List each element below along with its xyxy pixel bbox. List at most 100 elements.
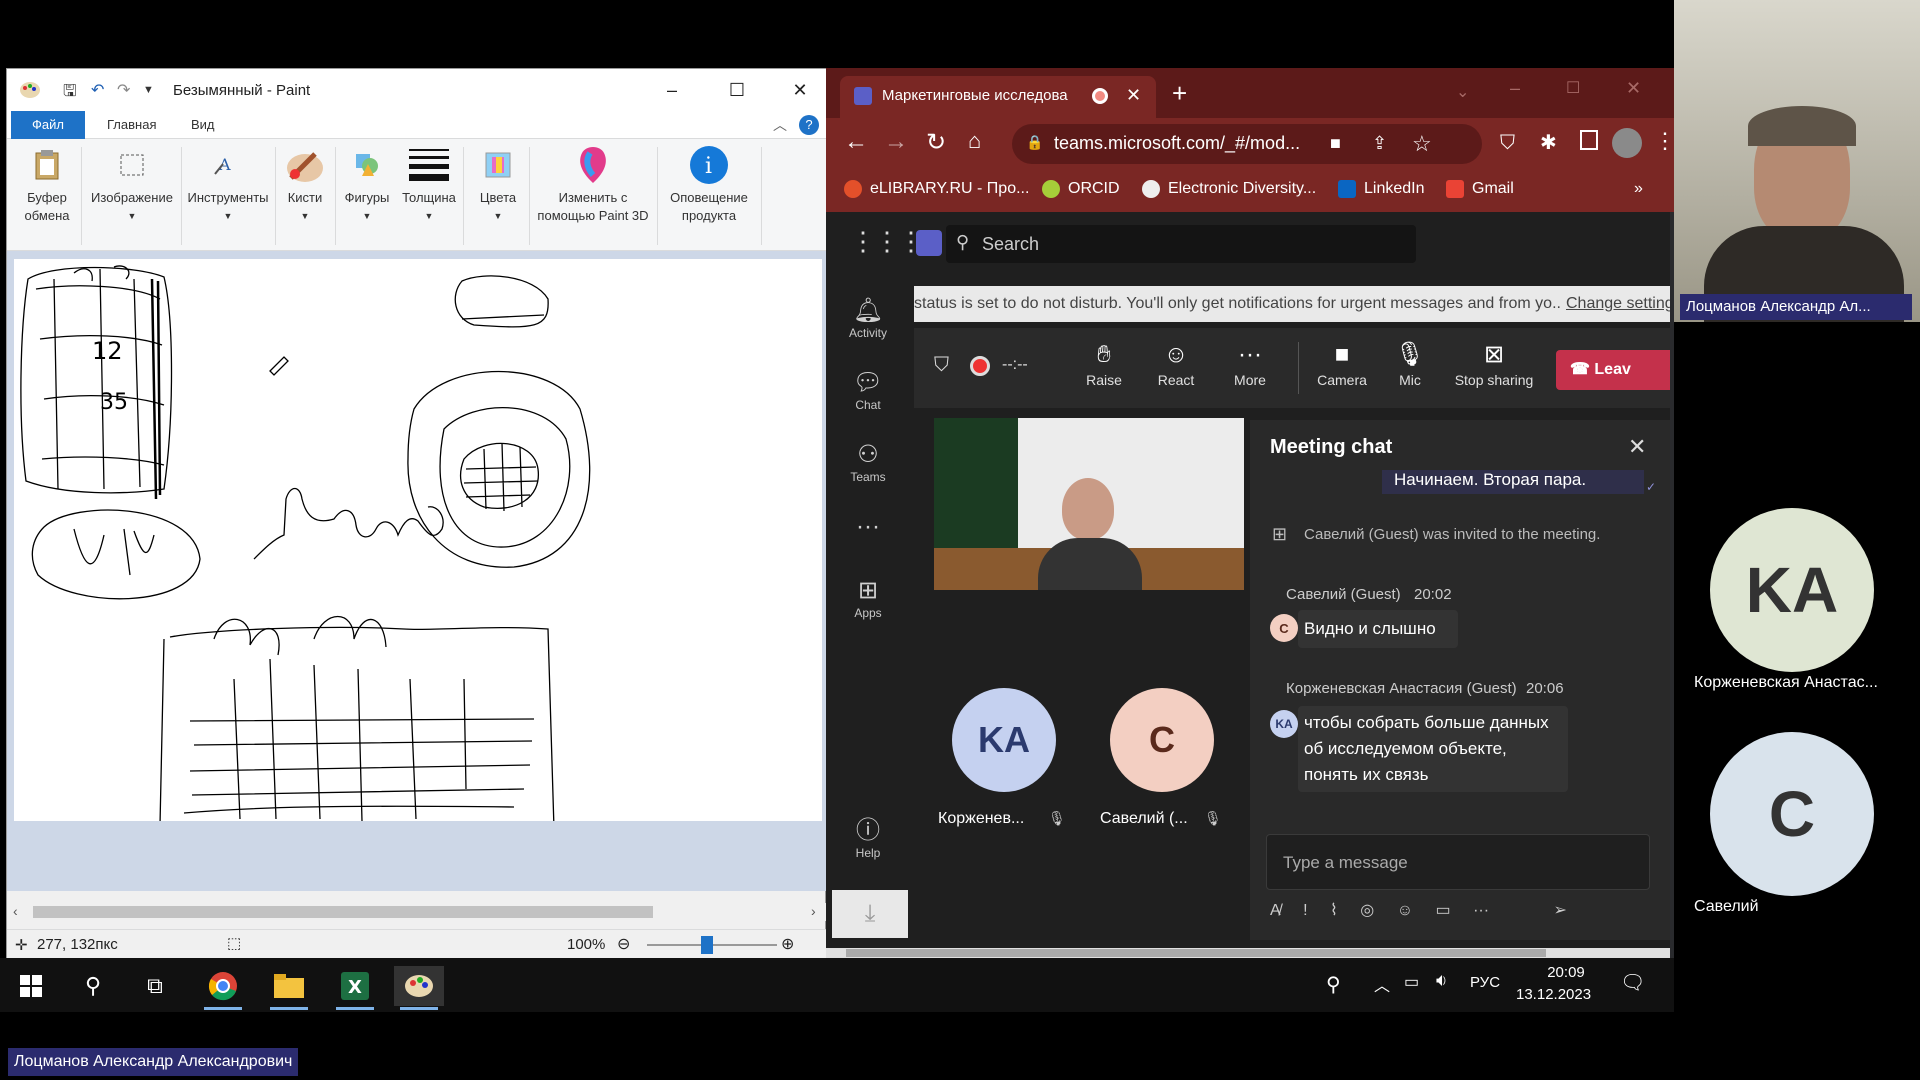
extensions-icon[interactable]: ✱: [1540, 130, 1557, 155]
bookmark-star-icon[interactable]: ☆: [1412, 131, 1432, 157]
side-panel-icon[interactable]: [1580, 130, 1598, 150]
chrome-icon[interactable]: [198, 966, 248, 1010]
zoom-out-icon[interactable]: ⊖: [617, 934, 630, 954]
minimize-button[interactable]: –: [657, 77, 687, 103]
message-input[interactable]: Type a message: [1266, 834, 1650, 890]
bookmark-electronic-diversity[interactable]: Electronic Diversity...: [1142, 180, 1316, 198]
loop-icon[interactable]: ◎: [1360, 902, 1374, 919]
more-options-icon[interactable]: ···: [1473, 902, 1489, 919]
new-tab-icon[interactable]: +: [1172, 78, 1187, 109]
colors-group[interactable]: Цвета ▼: [469, 145, 527, 225]
browser-close-button[interactable]: ✕: [1626, 78, 1641, 99]
collapse-ribbon-icon[interactable]: ︿: [773, 115, 787, 135]
message-avatar[interactable]: KA: [1270, 710, 1298, 738]
participant-avatar-c[interactable]: С: [1110, 688, 1214, 792]
network-icon[interactable]: ▭: [1404, 972, 1419, 992]
volume-icon[interactable]: 🔉︎: [1436, 970, 1447, 991]
leave-button[interactable]: ☎ Leav: [1556, 350, 1670, 390]
people-icon[interactable]: ⚲: [1326, 972, 1341, 997]
gallery-avatar-c[interactable]: C: [1710, 732, 1874, 896]
clock-time[interactable]: 20:09: [1536, 964, 1596, 981]
message-avatar[interactable]: С: [1270, 614, 1298, 642]
reload-icon[interactable]: ↻: [926, 128, 946, 157]
camera-indicator-icon[interactable]: ■: [1330, 133, 1341, 154]
bookmark-linkedin[interactable]: LinkedIn: [1338, 180, 1425, 198]
tab-file[interactable]: Файл: [11, 111, 85, 139]
paint-taskbar-icon[interactable]: [394, 966, 444, 1010]
scrollbar-thumb[interactable]: [33, 906, 653, 918]
change-settings-link[interactable]: Change setting: [1562, 286, 1670, 322]
zoom-slider-thumb[interactable]: [701, 936, 713, 954]
participant-avatar-ka[interactable]: KA: [952, 688, 1056, 792]
notifications-icon[interactable]: 🗨︎: [1620, 970, 1645, 995]
help-icon[interactable]: ?: [799, 115, 819, 135]
send-icon[interactable]: ➢: [1554, 902, 1567, 919]
rail-activity[interactable]: 🔔︎ Activity: [826, 296, 910, 340]
brushes-group[interactable]: Кисти ▼: [277, 145, 333, 225]
browser-scroll-thumb[interactable]: [846, 949, 1546, 957]
language-indicator[interactable]: РУС: [1470, 974, 1500, 991]
excel-icon[interactable]: X: [330, 966, 380, 1010]
rail-teams[interactable]: ⚇ Teams: [826, 440, 910, 484]
tools-group[interactable]: A Инструменты ▼: [183, 145, 273, 225]
tab-view[interactable]: Вид: [181, 111, 225, 139]
drawing-canvas[interactable]: 12 35: [14, 259, 822, 830]
share-icon[interactable]: ⇪: [1372, 133, 1387, 154]
horizontal-scrollbar[interactable]: ‹ ›: [7, 903, 827, 921]
quick-access-dropdown-icon[interactable]: ▼: [143, 84, 154, 96]
gif-icon[interactable]: ▭: [1436, 902, 1451, 919]
close-tab-icon[interactable]: ✕: [1126, 85, 1141, 106]
zoom-in-icon[interactable]: ⊕: [781, 934, 794, 954]
rail-chat[interactable]: 💬︎ Chat: [826, 368, 910, 412]
rail-help[interactable]: ⓘ Help: [826, 816, 910, 860]
profile-avatar[interactable]: [1612, 128, 1642, 158]
stop-sharing-button[interactable]: ⊠ Stop sharing: [1444, 338, 1544, 388]
search-input[interactable]: ⚲ Search: [946, 225, 1416, 263]
image-group[interactable]: Изображение ▼: [85, 145, 179, 225]
browser-hscrollbar[interactable]: [826, 948, 1670, 958]
undo-icon[interactable]: ↶: [91, 80, 104, 100]
windows-start-icon[interactable]: [6, 966, 56, 1006]
format-icon[interactable]: A̸: [1270, 902, 1281, 919]
tab-home[interactable]: Главная: [97, 111, 166, 139]
browser-menu-icon[interactable]: ⋮: [1654, 128, 1676, 154]
more-actions-button[interactable]: ··· More: [1220, 338, 1280, 388]
clipboard-group[interactable]: Буфер обмена: [15, 145, 79, 225]
shield-extension-icon[interactable]: ⛉: [1500, 132, 1515, 155]
show-hidden-icons[interactable]: ︿: [1374, 972, 1390, 996]
attach-icon[interactable]: ⌇: [1330, 902, 1338, 919]
camera-button[interactable]: ■ Camera: [1312, 338, 1372, 388]
rail-more[interactable]: ···: [826, 512, 910, 542]
scroll-left-icon[interactable]: ‹: [13, 903, 18, 919]
redo-icon[interactable]: ↷: [117, 80, 130, 100]
mic-button[interactable]: 🎙︎ Mic: [1380, 338, 1440, 388]
browser-tab[interactable]: Маркетинговые исследова ✕: [840, 76, 1156, 118]
search-icon[interactable]: ⚲: [68, 966, 118, 1006]
gallery-avatar-ka[interactable]: KA: [1710, 508, 1874, 672]
scroll-right-icon[interactable]: ›: [811, 903, 816, 919]
paint3d-group[interactable]: Изменить с помощью Paint 3D: [531, 145, 655, 225]
save-icon[interactable]: 🖫: [63, 80, 77, 107]
clock-date[interactable]: 13.12.2023: [1516, 986, 1591, 1003]
product-alert-group[interactable]: i Оповещение продукта: [659, 145, 759, 225]
emoji-icon[interactable]: ☺: [1397, 902, 1413, 919]
bookmark-orcid[interactable]: ORCID: [1042, 180, 1120, 198]
shapes-group[interactable]: Фигуры ▼: [337, 145, 397, 225]
react-button[interactable]: ☺ React: [1146, 338, 1206, 388]
home-icon[interactable]: ⌂: [968, 128, 981, 154]
file-explorer-icon[interactable]: [264, 966, 314, 1010]
back-icon[interactable]: ←: [844, 128, 868, 156]
priority-icon[interactable]: !: [1303, 902, 1307, 919]
close-button[interactable]: ✕: [785, 77, 815, 103]
rail-apps[interactable]: ⊞ Apps: [826, 576, 910, 620]
bookmark-gmail[interactable]: Gmail: [1446, 180, 1514, 198]
maximize-button[interactable]: ☐: [722, 77, 752, 103]
forward-icon[interactable]: →: [884, 128, 908, 156]
tab-search-icon[interactable]: ⌄: [1456, 82, 1469, 102]
address-bar[interactable]: 🔒 teams.microsoft.com/_#/mod... ■ ⇪ ☆: [1012, 124, 1482, 164]
download-icon[interactable]: ⤓: [832, 890, 908, 938]
more-bookmarks-icon[interactable]: »: [1634, 180, 1643, 198]
task-view-icon[interactable]: ⧉: [130, 966, 180, 1006]
browser-maximize-button[interactable]: ☐: [1566, 78, 1580, 98]
raise-hand-button[interactable]: ✋︎ Raise: [1074, 338, 1134, 388]
